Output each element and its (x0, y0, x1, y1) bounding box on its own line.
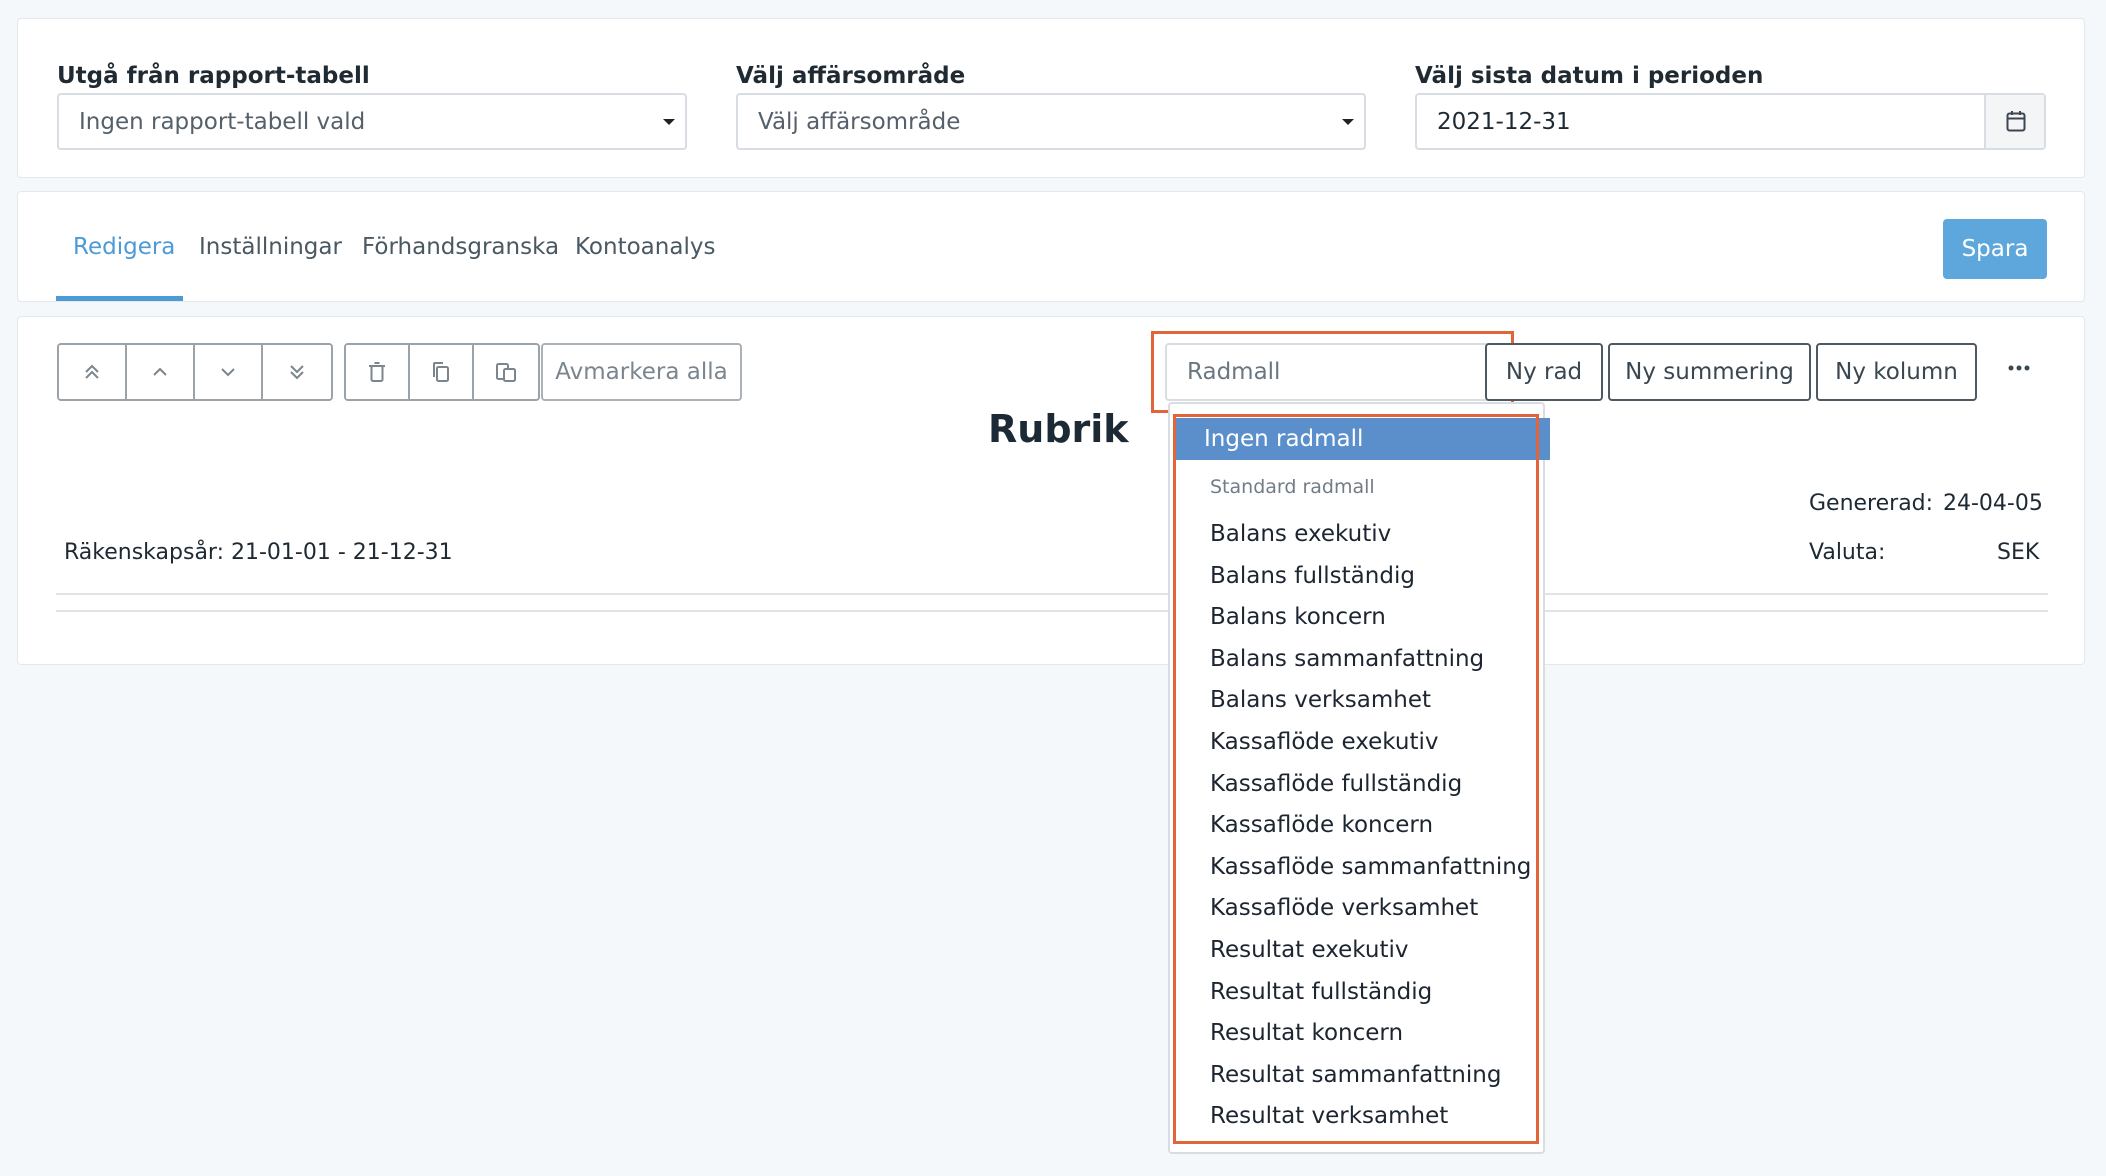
highlight-box (1151, 331, 1514, 413)
double-chevron-up-icon (85, 364, 99, 379)
currency-label: Valuta: (1809, 540, 1886, 565)
new-sum-button[interactable]: Ny summering (1608, 343, 1811, 401)
highlight-box (1173, 414, 1539, 1144)
tab-kontoanalys[interactable]: Kontoanalys (575, 234, 715, 260)
move-top-button[interactable] (59, 345, 127, 399)
active-tab-indicator (56, 296, 183, 301)
paste-button[interactable] (474, 345, 538, 399)
caret-down-icon (1342, 119, 1354, 125)
business-area-select[interactable]: Välj affärsområde (736, 93, 1366, 150)
divider (56, 610, 2048, 612)
report-table-label: Utgå från rapport-tabell (57, 63, 370, 89)
more-options-icon[interactable] (2008, 365, 2030, 371)
copy-icon (433, 362, 449, 382)
divider (56, 593, 2048, 595)
report-table-value: Ingen rapport-tabell vald (79, 109, 366, 135)
move-bottom-button[interactable] (263, 345, 331, 399)
business-area-value: Välj affärsområde (758, 109, 961, 135)
copy-button[interactable] (410, 345, 474, 399)
new-row-button[interactable]: Ny rad (1485, 343, 1603, 401)
paste-icon (496, 363, 516, 382)
delete-button[interactable] (346, 345, 410, 399)
trash-icon (369, 362, 385, 382)
filter-card: Utgå från rapport-tabell Ingen rapport-t… (17, 18, 2085, 178)
last-date-label: Välj sista datum i perioden (1415, 63, 1764, 89)
deselect-all-button[interactable]: Avmarkera alla (541, 343, 742, 401)
currency-value: SEK (1997, 540, 2040, 565)
new-column-button[interactable]: Ny kolumn (1816, 343, 1977, 401)
save-button[interactable]: Spara (1943, 219, 2047, 279)
chevron-down-icon (221, 368, 235, 377)
move-button-group (57, 343, 333, 401)
tab-forhandsgranska[interactable]: Förhandsgranska (362, 234, 559, 260)
fiscal-year-label: Räkenskapsår: (64, 540, 224, 565)
double-chevron-down-icon (290, 365, 304, 380)
calendar-icon (2006, 111, 2026, 132)
chevron-up-icon (153, 367, 167, 376)
tab-redigera[interactable]: Redigera (73, 234, 175, 260)
last-date-input[interactable]: 2021-12-31 (1415, 93, 2046, 150)
editor-card: Avmarkera alla Radmall Ny rad Ny summeri… (17, 316, 2085, 665)
generated-label: Genererad: (1809, 491, 1934, 516)
tabs-card: Redigera Inställningar Förhandsgranska K… (17, 191, 2085, 302)
fiscal-year-value: 21-01-01 - 21-12-31 (231, 540, 453, 565)
last-date-value: 2021-12-31 (1437, 109, 1571, 135)
move-up-button[interactable] (127, 345, 195, 399)
move-down-button[interactable] (195, 345, 263, 399)
generated-value: 24-04-05 (1943, 491, 2043, 516)
report-table-select[interactable]: Ingen rapport-tabell vald (57, 93, 687, 150)
caret-down-icon (663, 119, 675, 125)
edit-button-group (344, 343, 540, 401)
tab-installningar[interactable]: Inställningar (199, 234, 342, 260)
business-area-label: Välj affärsområde (736, 63, 966, 89)
calendar-button[interactable] (1984, 95, 2044, 148)
document-title: Rubrik (988, 407, 1129, 451)
